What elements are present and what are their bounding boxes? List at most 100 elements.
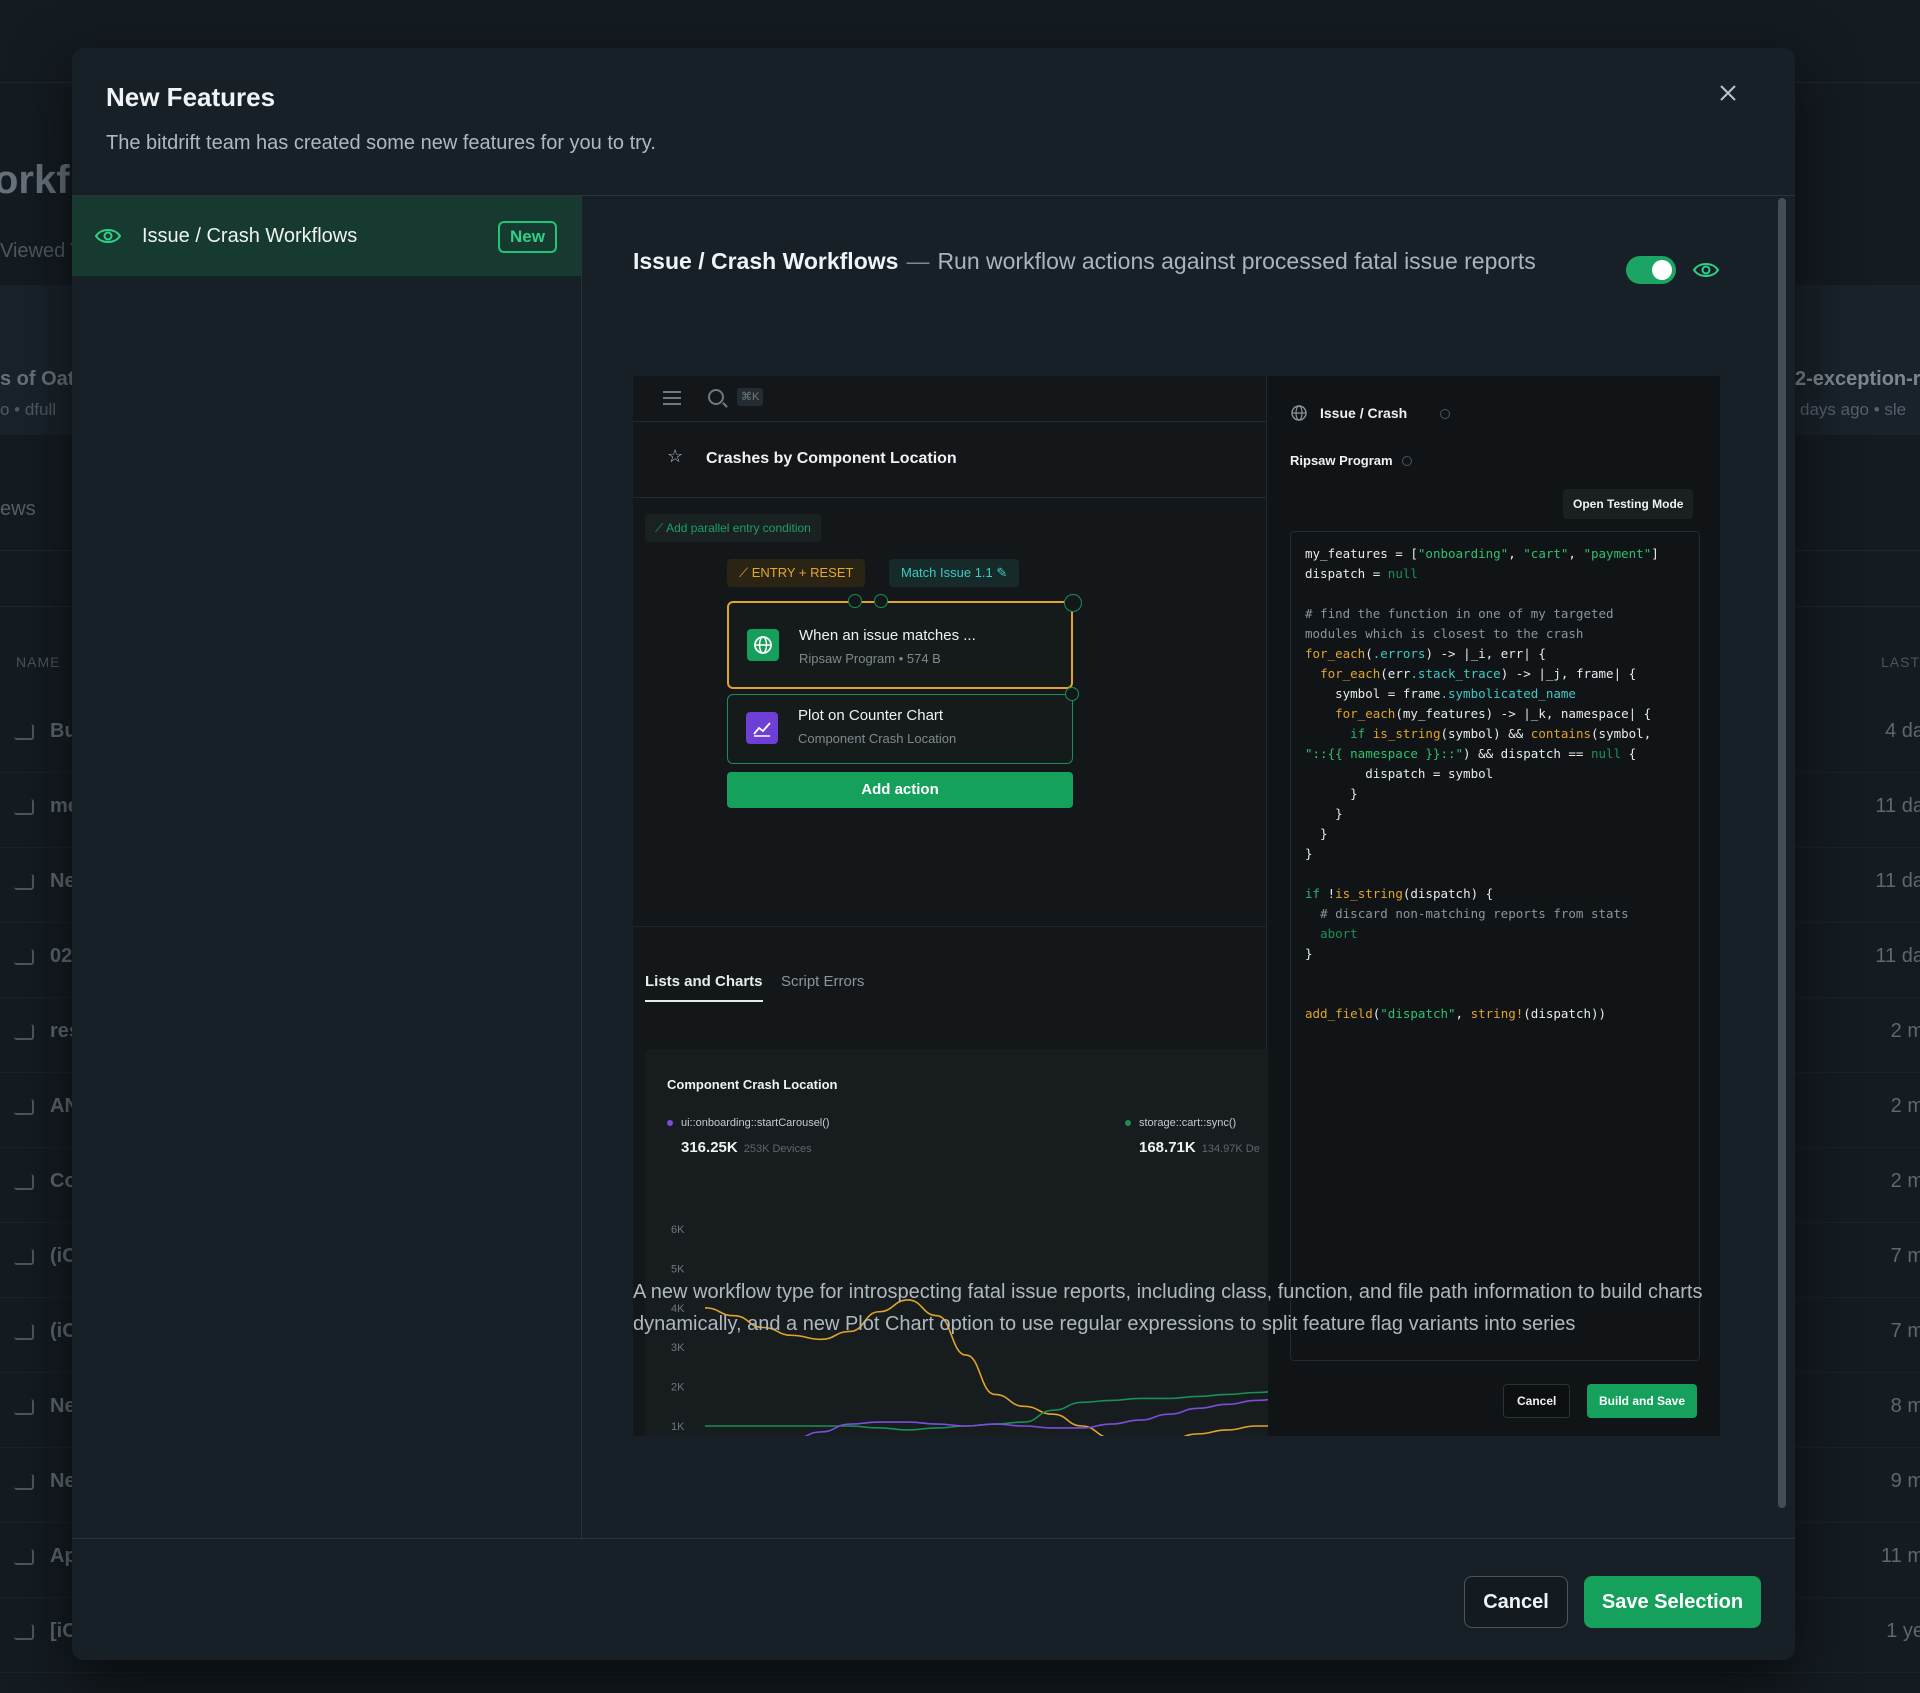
row-time: 7 m — [1890, 1320, 1920, 1342]
build-and-save-button: Build and Save — [1587, 1384, 1698, 1418]
background-views-label: ews — [0, 498, 36, 520]
line-chart: 6K5K4K3K2K1K — [671, 1224, 1285, 1436]
node-title: When an issue matches ... — [799, 627, 976, 644]
scrollbar-thumb[interactable] — [1778, 198, 1786, 1508]
script-code-editor: my_features = ["onboarding", "cart", "pa… — [1290, 531, 1700, 1361]
chart-icon — [746, 712, 778, 744]
menu-icon — [663, 391, 681, 405]
series-line — [804, 1397, 1285, 1436]
row-time: 11 m — [1881, 1545, 1920, 1567]
shortcut-badge: ⌘K — [737, 388, 764, 406]
row-time: 9 m — [1890, 1470, 1920, 1492]
preview-header: ☆ Crashes by Component Location — [633, 422, 1267, 498]
row-name: 02 — [50, 945, 73, 967]
row-time: 8 m — [1890, 1395, 1920, 1417]
connector-dot — [874, 594, 888, 608]
modal-subtitle: The bitdrift team has created some new f… — [106, 132, 656, 154]
tab-lists-and-charts: Lists and Charts — [645, 973, 763, 1002]
node-subtitle: Component Crash Location — [798, 731, 957, 746]
match-issue-tag: Match Issue 1.1 ✎ — [889, 559, 1020, 587]
workflow-icon — [14, 799, 34, 815]
workflow-icon — [14, 1474, 34, 1490]
feature-list-item-issue-crash-workflows[interactable]: Issue / Crash Workflows New — [72, 196, 581, 276]
background-card-sub: o • dfull — [0, 400, 57, 419]
connector-dot — [848, 594, 862, 608]
more-options-icon — [1064, 594, 1082, 612]
globe-icon — [747, 629, 779, 661]
background-page-title: orkfl — [0, 158, 81, 202]
row-time: 11 da — [1875, 870, 1920, 892]
workflow-icon — [14, 1024, 34, 1040]
remove-node-icon — [1065, 687, 1079, 701]
info-icon — [1440, 409, 1450, 419]
workflow-icon — [14, 1249, 34, 1265]
add-action-button: Add action — [727, 772, 1073, 808]
workflow-icon — [14, 949, 34, 965]
new-features-modal: New Features The bitdrift team has creat… — [72, 48, 1795, 1660]
new-badge: New — [498, 221, 557, 253]
workflow-icon — [14, 724, 34, 740]
y-tick-label: 2K — [671, 1382, 685, 1394]
feature-title: Issue / Crash Workflows — Run workflow act… — [633, 248, 1536, 275]
detail-scrollbar[interactable] — [1776, 198, 1788, 1538]
background-col-last: LAST — [1880, 654, 1920, 670]
save-selection-button[interactable]: Save Selection — [1584, 1576, 1761, 1628]
row-time: 1 ye — [1886, 1620, 1920, 1642]
feature-enable-toggle[interactable] — [1626, 256, 1676, 284]
feature-title-dash: — — [906, 248, 930, 274]
workflow-icon — [14, 1624, 34, 1640]
eye-icon[interactable] — [1692, 259, 1720, 281]
workflow-node-plot-counter-chart: Plot on Counter Chart Component Crash Lo… — [727, 694, 1073, 764]
entry-reset-label: ENTRY + RESET — [751, 565, 854, 580]
node-title: Plot on Counter Chart — [798, 707, 944, 724]
feature-description: A new workflow type for introspecting fa… — [633, 1281, 1703, 1335]
preview-divider — [633, 926, 1267, 927]
row-time: 11 da — [1875, 945, 1920, 967]
row-time: 4 da — [1885, 720, 1920, 742]
preview-workflow-title: Crashes by Component Location — [706, 450, 957, 467]
modal-title: New Features — [106, 82, 276, 112]
modal-footer-divider — [72, 1538, 1795, 1539]
component-crash-location-chart: Component Crash Location ui::onboarding:… — [645, 1049, 1285, 1436]
entry-reset-tag: ⟋ ENTRY + RESET — [727, 559, 866, 587]
node-subtitle: Ripsaw Program • 574 B — [799, 651, 941, 666]
row-time: 2 m — [1890, 1020, 1920, 1042]
match-issue-label: Match Issue 1.1 — [901, 565, 993, 580]
workflow-icon — [14, 874, 34, 890]
script-cancel-button: Cancel — [1503, 1384, 1571, 1418]
workflow-node-when-issue-matches: When an issue matches ... Ripsaw Program… — [727, 601, 1073, 689]
workflow-icon — [14, 1174, 34, 1190]
feature-name: Issue / Crash Workflows — [633, 248, 899, 274]
row-time: 7 m — [1890, 1245, 1920, 1267]
row-time: 2 m — [1890, 1170, 1920, 1192]
preview-topbar: ⌘K — [633, 376, 1267, 422]
background-col-name: NAME — [16, 654, 61, 670]
workflow-icon — [14, 1099, 34, 1115]
tab-script-errors: Script Errors — [781, 973, 865, 990]
y-tick-label: 6K — [671, 1224, 685, 1236]
feature-detail: Issue / Crash Workflows — Run workflow act… — [583, 196, 1773, 1538]
y-tick-label: 3K — [671, 1342, 685, 1354]
cancel-button[interactable]: Cancel — [1464, 1576, 1568, 1628]
add-parallel-entry-label: Add parallel entry condition — [666, 521, 811, 535]
y-tick-label: 5K — [671, 1263, 685, 1275]
close-icon[interactable] — [1713, 78, 1743, 108]
feature-short-description: Run workflow actions against processed f… — [937, 248, 1536, 274]
background-right-card-title: 2-exception-r — [1795, 368, 1920, 390]
row-time: 2 m — [1890, 1095, 1920, 1117]
workflow-icon — [14, 1549, 34, 1565]
info-icon — [1402, 456, 1412, 466]
add-parallel-entry-condition: ⟋ Add parallel entry condition — [645, 514, 821, 542]
open-testing-mode-button: Open Testing Mode — [1563, 489, 1694, 519]
workflow-icon — [14, 1399, 34, 1415]
program-label: Ripsaw Program — [1290, 453, 1393, 468]
y-tick-label: 1K — [671, 1421, 685, 1433]
background-right-card-sub: days ago • sle — [1800, 400, 1907, 419]
feature-list: Issue / Crash Workflows New — [72, 196, 582, 1538]
search-icon — [708, 389, 724, 405]
eye-icon — [94, 229, 122, 243]
script-panel-title: Issue / Crash — [1320, 405, 1408, 421]
workflow-icon — [14, 1324, 34, 1340]
globe-icon — [1291, 405, 1307, 421]
row-time: 11 da — [1875, 795, 1920, 817]
